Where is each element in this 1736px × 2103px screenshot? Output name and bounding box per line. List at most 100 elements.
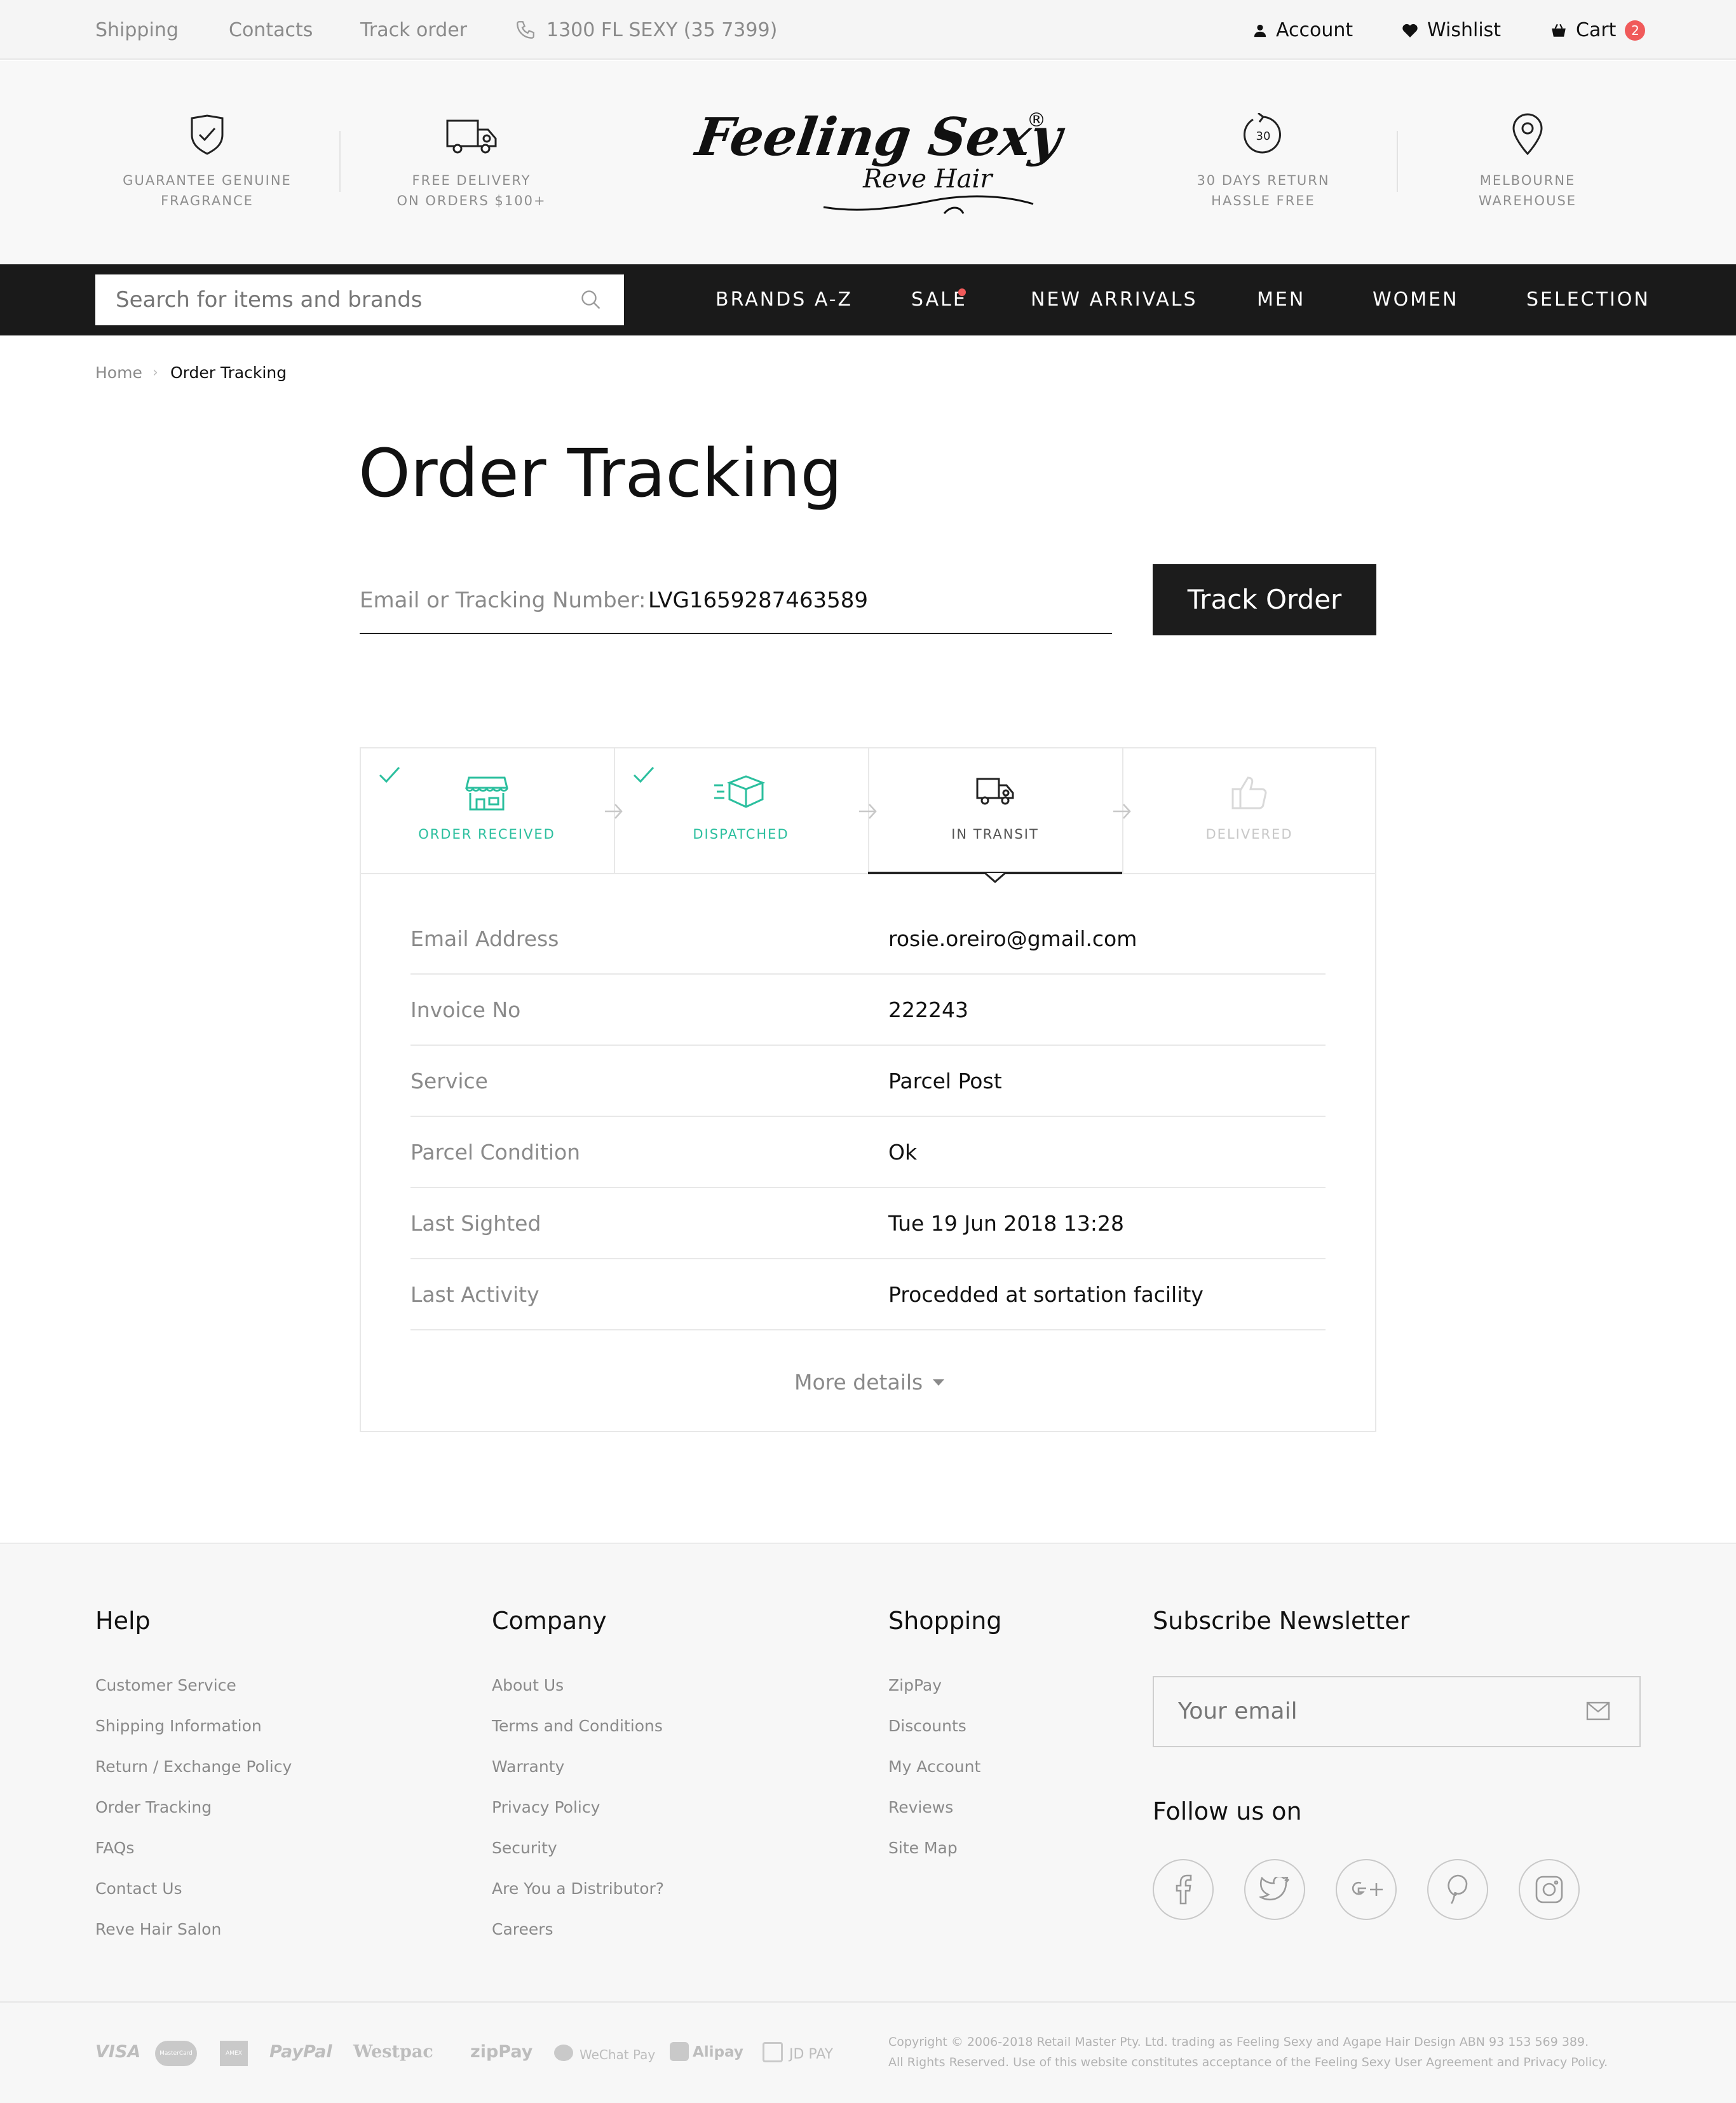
tracking-field-underline <box>360 633 1112 634</box>
row-divider <box>410 1258 1326 1259</box>
sale-dot <box>958 288 966 296</box>
facebook-icon[interactable] <box>1153 1859 1214 1920</box>
alipay-logo: Alipay <box>693 2044 743 2060</box>
account-label: Account <box>1276 19 1353 41</box>
caret-down-icon <box>933 1379 945 1386</box>
more-details-toggle[interactable]: More details <box>794 1369 945 1396</box>
step-in-transit: IN TRANSIT <box>868 747 1122 874</box>
footer-link[interactable]: About Us <box>492 1675 564 1696</box>
nav-brands[interactable]: BRANDS A-Z <box>715 287 853 313</box>
alipay-icon <box>670 2042 689 2061</box>
newsletter-email-input[interactable] <box>1178 1698 1559 1726</box>
search-icon[interactable] <box>580 288 602 311</box>
map-pin-icon <box>1512 113 1543 156</box>
step-label: ORDER RECEIVED <box>418 827 555 842</box>
footer-shopping-title: Shopping <box>888 1607 1002 1635</box>
wechat-icon <box>554 2045 573 2061</box>
footer-link[interactable]: ZipPay <box>888 1675 942 1696</box>
track-order-link[interactable]: Track order <box>360 18 467 43</box>
breadcrumb-current: Order Tracking <box>170 363 287 382</box>
footer-link[interactable]: Contact Us <box>95 1878 182 1900</box>
row-value-last-sighted: Tue 19 Jun 2018 13:28 <box>888 1211 1124 1236</box>
search-input[interactable] <box>116 287 560 313</box>
footer-link[interactable]: Privacy Policy <box>492 1797 600 1818</box>
footer-link[interactable]: Are You a Distributor? <box>492 1878 664 1900</box>
paypal-logo: PayPal <box>269 2042 332 2062</box>
copyright-line-2: All Rights Reserved. Use of this website… <box>888 2055 1608 2069</box>
registered-mark: ® <box>1027 109 1046 132</box>
follow-us-title: Follow us on <box>1153 1797 1302 1825</box>
cart-link[interactable]: Cart 2 <box>1550 18 1646 43</box>
nav-selection[interactable]: SELECTION <box>1526 287 1650 313</box>
feature-genuine: GUARANTEE GENUINE FRAGRANCE <box>93 113 322 211</box>
jdpay-icon <box>763 2042 783 2062</box>
active-step-caret-icon <box>985 873 1005 883</box>
step-order-received: ORDER RECEIVED <box>360 747 614 874</box>
breadcrumb-chevron-icon: › <box>153 365 158 381</box>
footer-link[interactable]: Terms and Conditions <box>492 1715 663 1737</box>
row-label-condition: Parcel Condition <box>410 1140 581 1165</box>
row-divider <box>410 1045 1326 1046</box>
tracking-field-input[interactable]: LVG1659287463589 <box>648 587 868 614</box>
footer-link[interactable]: Site Map <box>888 1837 958 1859</box>
step-label: IN TRANSIT <box>951 827 1039 842</box>
google-plus-icon[interactable] <box>1336 1859 1397 1920</box>
footer <box>0 1543 1736 2103</box>
shield-check-icon <box>191 114 224 155</box>
step-label: DISPATCHED <box>693 827 789 842</box>
footer-link[interactable]: FAQs <box>95 1837 134 1859</box>
account-link[interactable]: Account <box>1253 18 1353 43</box>
store-icon <box>465 776 508 811</box>
footer-link[interactable]: Warranty <box>492 1756 564 1778</box>
row-value-invoice: 222243 <box>888 997 968 1022</box>
footer-link[interactable]: Return / Exchange Policy <box>95 1756 292 1778</box>
contacts-link[interactable]: Contacts <box>229 18 313 43</box>
footer-link[interactable]: Careers <box>492 1919 553 1940</box>
footer-company-title: Company <box>492 1607 607 1635</box>
breadcrumb-home[interactable]: Home <box>95 362 142 384</box>
footer-link[interactable]: Reviews <box>888 1797 953 1818</box>
phone-number[interactable]: 1300 FL SEXY (35 7399) <box>546 18 777 43</box>
feature-delivery: FREE DELIVERY ON ORDERS $100+ <box>357 113 586 211</box>
more-details-label: More details <box>794 1370 923 1395</box>
footer-link[interactable]: Customer Service <box>95 1675 236 1696</box>
nav-women[interactable]: WOMEN <box>1373 287 1459 313</box>
instagram-icon[interactable] <box>1519 1859 1580 1920</box>
row-label-last-sighted: Last Sighted <box>410 1211 541 1236</box>
westpac-logo: Westpac <box>353 2042 433 2062</box>
step-dispatched: DISPATCHED <box>614 747 868 874</box>
footer-link[interactable]: Reve Hair Salon <box>95 1919 221 1940</box>
logo[interactable]: Feeling Sexy Reve Hair ® <box>692 105 1066 220</box>
amex-logo: AMEX <box>220 2041 248 2066</box>
tracking-field-label: Email or Tracking Number: <box>360 588 646 613</box>
wishlist-link[interactable]: Wishlist <box>1402 18 1501 43</box>
footer-help-title: Help <box>95 1607 151 1635</box>
logo-swash <box>823 195 1034 215</box>
copyright-line-1: Copyright © 2006-2018 Retail Master Pty.… <box>888 2035 1589 2049</box>
heart-icon <box>1402 24 1418 37</box>
footer-link[interactable]: Order Tracking <box>95 1797 212 1818</box>
phone-icon <box>515 19 536 41</box>
twitter-icon[interactable] <box>1244 1859 1305 1920</box>
pinterest-icon[interactable] <box>1427 1859 1488 1920</box>
envelope-icon[interactable] <box>1586 1701 1610 1721</box>
wechat-pay-logo: WeChat Pay <box>580 2047 656 2062</box>
row-label-last-activity: Last Activity <box>410 1282 539 1307</box>
footer-link[interactable]: My Account <box>888 1756 980 1778</box>
feature-warehouse: MELBOURNE WAREHOUSE <box>1413 113 1642 211</box>
header-divider <box>1397 131 1398 192</box>
nav-new-arrivals[interactable]: NEW ARRIVALS <box>1031 287 1198 313</box>
row-label-email: Email Address <box>410 926 559 951</box>
shipping-link[interactable]: Shipping <box>95 18 179 43</box>
row-divider <box>410 973 1326 975</box>
footer-link[interactable]: Shipping Information <box>95 1715 262 1737</box>
footer-link[interactable]: Security <box>492 1837 557 1859</box>
user-icon <box>1254 24 1266 37</box>
row-value-email: rosie.oreiro@gmail.com <box>888 926 1137 951</box>
nav-men[interactable]: MEN <box>1257 287 1305 313</box>
track-order-button[interactable]: Track Order <box>1153 564 1376 635</box>
zippay-logo: zipPay <box>470 2042 533 2062</box>
logo-title: Feeling Sexy <box>692 107 1066 168</box>
footer-link[interactable]: Discounts <box>888 1715 966 1737</box>
newsletter-title: Subscribe Newsletter <box>1153 1607 1410 1635</box>
